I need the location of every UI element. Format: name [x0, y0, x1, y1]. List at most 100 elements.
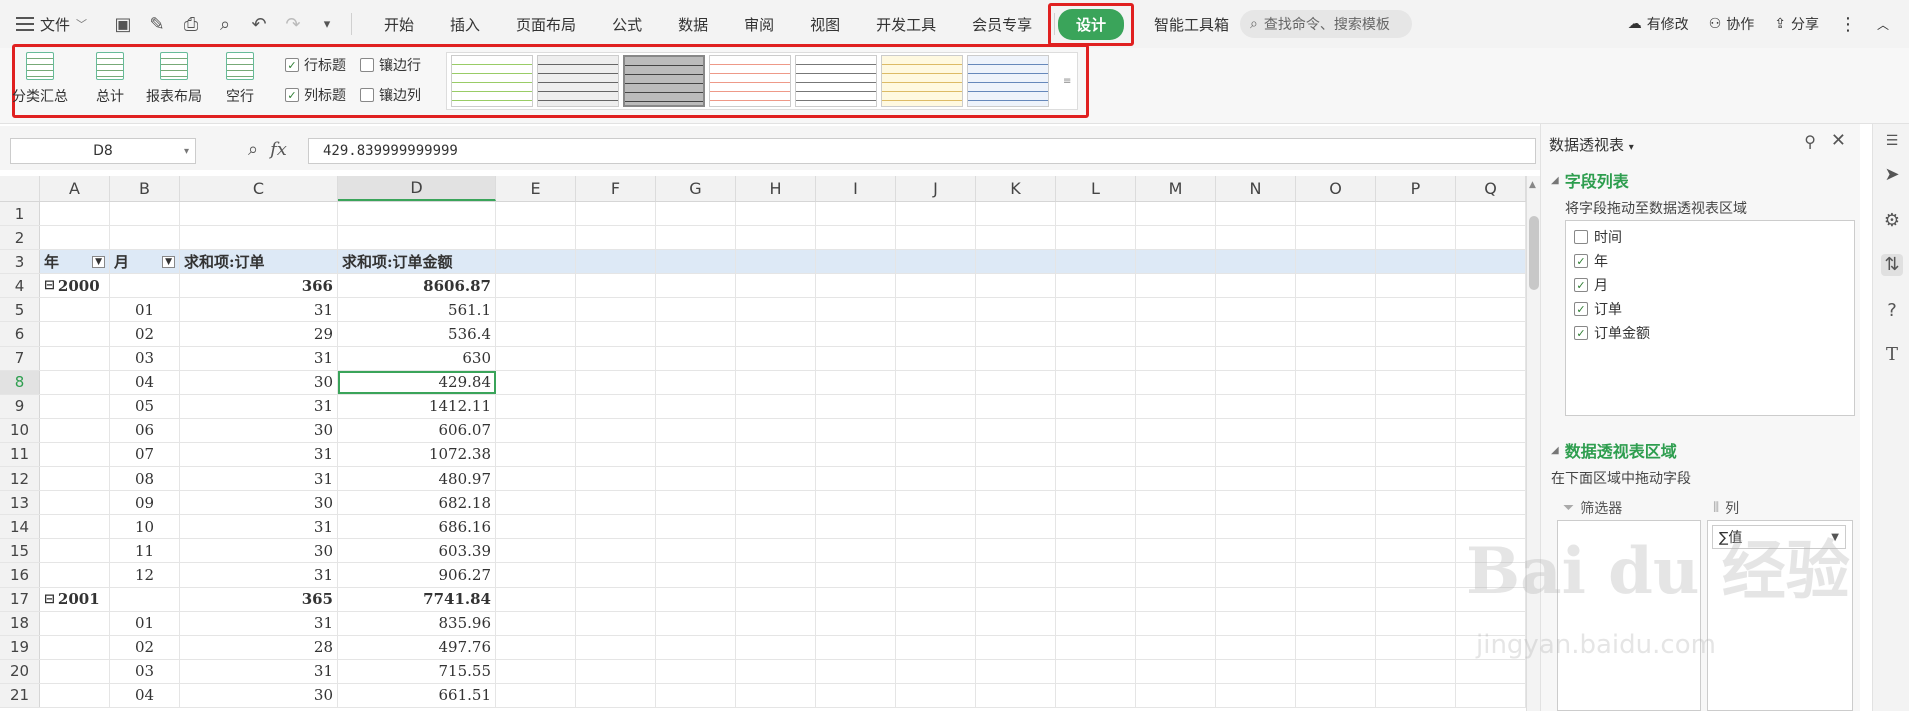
- cell[interactable]: 05: [110, 394, 180, 418]
- cell[interactable]: [656, 587, 736, 611]
- tab-smart-toolbox[interactable]: 智能工具箱: [1136, 14, 1247, 35]
- menu-icon[interactable]: ☰: [1881, 130, 1903, 152]
- cell[interactable]: [816, 587, 896, 611]
- help-icon[interactable]: ?: [1881, 300, 1903, 322]
- cell[interactable]: 01: [110, 611, 180, 635]
- cell[interactable]: 536.4: [338, 322, 496, 346]
- cell[interactable]: [576, 659, 656, 683]
- cell[interactable]: 31: [180, 298, 338, 322]
- cell[interactable]: [576, 563, 656, 587]
- cell[interactable]: [40, 611, 110, 635]
- cell[interactable]: [1456, 611, 1526, 635]
- cell[interactable]: [896, 515, 976, 539]
- subtotal-button[interactable]: 分类汇总: [12, 52, 68, 106]
- cell[interactable]: 682.18: [338, 491, 496, 515]
- cell[interactable]: [1136, 418, 1216, 442]
- cell[interactable]: [1136, 202, 1216, 226]
- print-icon[interactable]: ⎙: [181, 14, 201, 35]
- cell[interactable]: [576, 250, 656, 274]
- cell[interactable]: [576, 467, 656, 491]
- cell[interactable]: [1456, 322, 1526, 346]
- cell[interactable]: [1216, 587, 1296, 611]
- cell[interactable]: [496, 322, 576, 346]
- cell[interactable]: [976, 515, 1056, 539]
- cell[interactable]: [736, 539, 816, 563]
- cell[interactable]: [976, 202, 1056, 226]
- cell[interactable]: [1136, 611, 1216, 635]
- cell[interactable]: [1216, 659, 1296, 683]
- cell[interactable]: [1296, 226, 1376, 250]
- row-header[interactable]: 5: [0, 298, 40, 322]
- tab-formulas[interactable]: 公式: [594, 14, 660, 35]
- cell[interactable]: [40, 491, 110, 515]
- collapse-icon[interactable]: ⊟: [44, 592, 55, 607]
- cell[interactable]: [1056, 298, 1136, 322]
- cell[interactable]: [1456, 394, 1526, 418]
- column-header[interactable]: I: [816, 176, 896, 201]
- cell[interactable]: [40, 515, 110, 539]
- cell[interactable]: [576, 683, 656, 707]
- cell[interactable]: [1296, 683, 1376, 707]
- cell[interactable]: [1376, 515, 1456, 539]
- cell[interactable]: [976, 442, 1056, 467]
- cell[interactable]: [1216, 202, 1296, 226]
- cell[interactable]: [736, 611, 816, 635]
- cell[interactable]: [1056, 491, 1136, 515]
- cell[interactable]: [576, 322, 656, 346]
- cell[interactable]: [656, 202, 736, 226]
- column-header[interactable]: A: [40, 176, 110, 201]
- row-header[interactable]: 11: [0, 442, 40, 467]
- cell[interactable]: [1216, 442, 1296, 467]
- cell[interactable]: [1056, 563, 1136, 587]
- cell[interactable]: 01: [110, 298, 180, 322]
- cell[interactable]: [1136, 346, 1216, 370]
- cell[interactable]: [40, 442, 110, 467]
- cell[interactable]: 11: [110, 539, 180, 563]
- cell[interactable]: [1216, 611, 1296, 635]
- cell[interactable]: [1456, 370, 1526, 394]
- row-header[interactable]: 8: [0, 370, 40, 394]
- print-preview-icon[interactable]: ⌕: [215, 14, 235, 35]
- cell[interactable]: [1456, 587, 1526, 611]
- cell[interactable]: [1296, 202, 1376, 226]
- cell[interactable]: 31: [180, 659, 338, 683]
- cell[interactable]: 31: [180, 467, 338, 491]
- cell[interactable]: 30: [180, 370, 338, 394]
- cell[interactable]: [816, 274, 896, 298]
- cell[interactable]: [1296, 611, 1376, 635]
- tab-member[interactable]: 会员专享: [954, 14, 1050, 35]
- cell[interactable]: [1296, 659, 1376, 683]
- cell[interactable]: [1136, 274, 1216, 298]
- cell[interactable]: [976, 467, 1056, 491]
- cell[interactable]: [896, 442, 976, 467]
- cell[interactable]: [656, 346, 736, 370]
- vertical-scrollbar[interactable]: ▲: [1526, 176, 1540, 711]
- scroll-up-icon[interactable]: ▲: [1529, 180, 1536, 190]
- cell[interactable]: [1136, 370, 1216, 394]
- cell[interactable]: [576, 274, 656, 298]
- cell[interactable]: [1456, 683, 1526, 707]
- gallery-more-icon[interactable]: ≡: [1063, 55, 1073, 107]
- cell[interactable]: [496, 298, 576, 322]
- cell[interactable]: [976, 563, 1056, 587]
- cell[interactable]: [40, 683, 110, 707]
- cell[interactable]: [816, 611, 896, 635]
- column-header[interactable]: K: [976, 176, 1056, 201]
- cell[interactable]: 606.07: [338, 418, 496, 442]
- cell[interactable]: [816, 298, 896, 322]
- cell[interactable]: [1296, 322, 1376, 346]
- style-swatch-orange[interactable]: [709, 55, 791, 107]
- cell[interactable]: 09: [110, 491, 180, 515]
- cell[interactable]: [180, 226, 338, 250]
- cell[interactable]: [496, 346, 576, 370]
- row-header[interactable]: 17: [0, 587, 40, 611]
- pivot-area-section[interactable]: ◢ 数据透视表区域: [1551, 438, 1677, 462]
- cell[interactable]: [1296, 442, 1376, 467]
- cell[interactable]: [1056, 442, 1136, 467]
- column-header[interactable]: M: [1136, 176, 1216, 201]
- cell[interactable]: [1056, 467, 1136, 491]
- cell[interactable]: [976, 418, 1056, 442]
- cell[interactable]: [736, 683, 816, 707]
- pane-title[interactable]: 数据透视表 ▾: [1549, 134, 1634, 155]
- cell[interactable]: [976, 635, 1056, 659]
